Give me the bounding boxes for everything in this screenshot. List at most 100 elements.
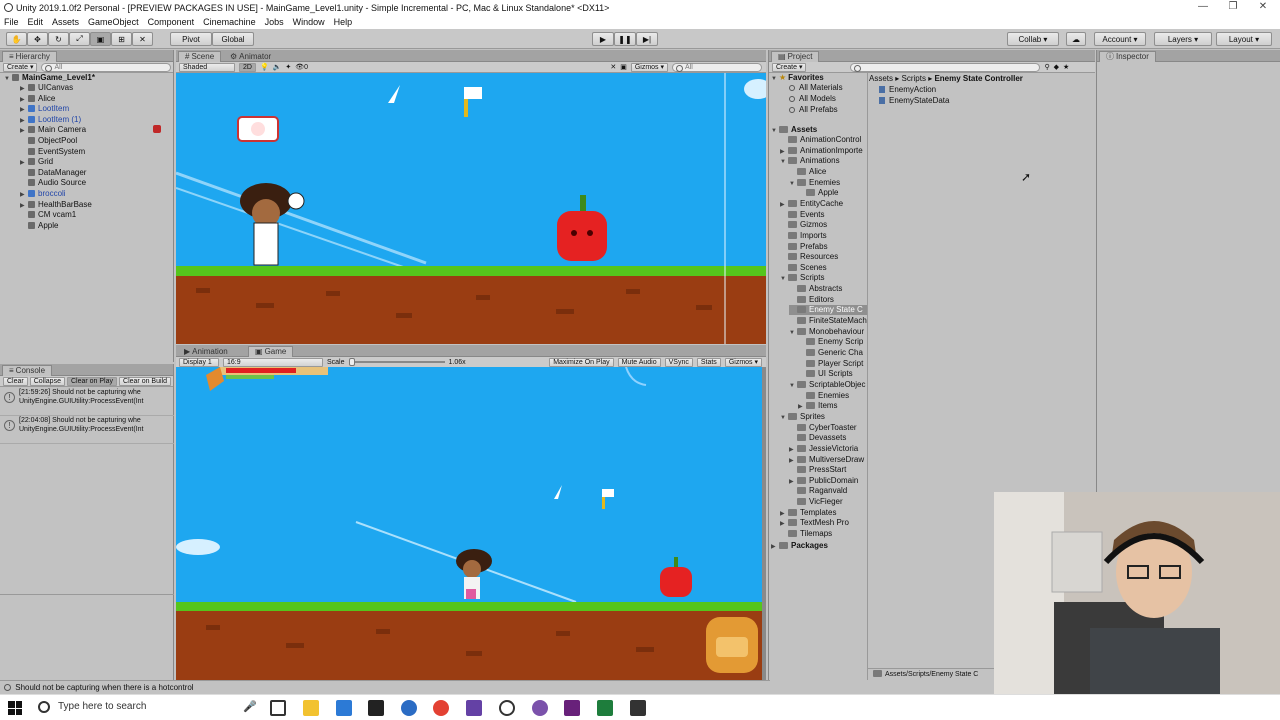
scene-root[interactable]: ▼ MainGame_Level1* xyxy=(4,73,95,83)
project-folder-item[interactable]: ▼ Sprites xyxy=(780,412,825,422)
project-folder-item[interactable]: Prefabs xyxy=(780,242,828,252)
tab-project[interactable]: ▤ Project xyxy=(771,51,820,62)
console-collapse-button[interactable]: Collapse xyxy=(29,376,65,386)
menu-jobs[interactable]: Jobs xyxy=(265,17,284,27)
menu-gameobject[interactable]: GameObject xyxy=(88,17,139,27)
transform-tool-icon[interactable]: ⊞ xyxy=(111,32,132,46)
expand-arrow-icon[interactable]: ▶ xyxy=(20,190,28,200)
expand-arrow-icon[interactable]: ▶ xyxy=(20,126,28,136)
hierarchy-item[interactable]: ▶ Alice xyxy=(20,94,55,104)
camera-settings-icon[interactable]: ▣ xyxy=(620,63,627,71)
project-search-input[interactable] xyxy=(850,62,1041,72)
console-clear-on-play-button[interactable]: Clear on Play xyxy=(66,376,118,386)
expand-arrow-icon[interactable]: ▶ xyxy=(798,402,806,412)
expand-arrow-icon[interactable]: ▼ xyxy=(789,328,797,338)
favorite-star-icon[interactable]: ★ xyxy=(1063,63,1069,71)
project-folder-item[interactable]: VicFieger xyxy=(789,497,843,507)
favorite-item[interactable]: All Materials xyxy=(789,83,843,93)
lighting-icon[interactable]: 💡 xyxy=(260,63,269,71)
breadcrumb-scripts[interactable]: Scripts xyxy=(902,74,926,83)
expand-arrow-icon[interactable]: ▼ xyxy=(789,179,797,189)
effects-icon[interactable]: ✦ xyxy=(285,63,291,71)
project-folder-item[interactable]: Resources xyxy=(780,252,838,262)
discord-icon[interactable] xyxy=(532,700,548,716)
console-clear-button[interactable]: Clear xyxy=(3,376,28,386)
favorite-item[interactable]: All Prefabs xyxy=(789,105,838,115)
account-dropdown[interactable]: Account ▾ xyxy=(1094,32,1146,46)
layers-dropdown[interactable]: Layers ▾ xyxy=(1154,32,1212,46)
project-folder-item[interactable]: ▶ JessieVictoria xyxy=(789,444,858,454)
maximize-on-play-toggle[interactable]: Maximize On Play xyxy=(549,357,614,367)
expand-arrow-icon[interactable]: ▶ xyxy=(789,445,797,455)
hierarchy-item[interactable]: EventSystem xyxy=(20,147,85,157)
hierarchy-item[interactable]: Apple xyxy=(20,221,58,231)
step-button[interactable]: ▶| xyxy=(636,32,658,46)
hand-tool-icon[interactable]: ✋ xyxy=(6,32,27,46)
expand-arrow-icon[interactable]: ▶ xyxy=(20,105,28,115)
menu-file[interactable]: File xyxy=(4,17,19,27)
hierarchy-search-input[interactable]: All xyxy=(41,62,172,72)
hierarchy-item[interactable]: ▶ LootItem (1) xyxy=(20,115,81,125)
project-folder-item[interactable]: Gizmos xyxy=(780,220,827,230)
menu-help[interactable]: Help xyxy=(334,17,353,27)
project-folder-item[interactable]: ▶ EntityCache xyxy=(780,199,843,209)
console-entry[interactable]: ! [21:59:26] Should not be capturing whe… xyxy=(0,388,174,416)
project-folder-item[interactable]: Scenes xyxy=(780,263,827,273)
project-folder-item[interactable]: PressStart xyxy=(789,465,846,475)
hierarchy-item[interactable]: ▶ broccoli xyxy=(20,189,66,199)
project-folder-item[interactable]: ▼ ScriptableObjec xyxy=(789,380,865,390)
hierarchy-item[interactable]: ▶ Main Camera xyxy=(20,125,86,135)
move-tool-icon[interactable]: ✥ xyxy=(27,32,48,46)
project-split-divider[interactable] xyxy=(867,73,868,680)
project-folder-item[interactable]: ▶ Items xyxy=(798,401,838,411)
scale-slider-thumb[interactable] xyxy=(348,358,355,366)
packages-header[interactable]: ▶ Packages xyxy=(771,541,828,551)
favorites-header[interactable]: ▼ ★ Favorites xyxy=(771,73,824,83)
scene-search-input[interactable]: All xyxy=(672,62,762,72)
visual-studio-icon[interactable] xyxy=(564,700,580,716)
task-view-icon[interactable] xyxy=(270,700,286,716)
layout-dropdown[interactable]: Layout ▾ xyxy=(1216,32,1272,46)
rotate-tool-icon[interactable]: ↻ xyxy=(48,32,69,46)
expand-arrow-icon[interactable]: ▶ xyxy=(20,158,28,168)
spreadsheet-icon[interactable] xyxy=(597,700,613,716)
custom-tool-icon[interactable]: ✕ xyxy=(132,32,153,46)
menu-window[interactable]: Window xyxy=(293,17,325,27)
game-scrollbar[interactable] xyxy=(762,367,766,680)
game-viewport[interactable] xyxy=(176,367,764,680)
console-entry[interactable]: ! [22:04:08] Should not be capturing whe… xyxy=(0,416,174,444)
project-folder-item[interactable]: ▶ AnimationImporte xyxy=(780,146,863,156)
project-folder-item[interactable]: Alice xyxy=(789,167,826,177)
project-folder-item[interactable]: Editors xyxy=(789,295,834,305)
hidden-objects-icon[interactable]: 👁0 xyxy=(295,63,308,71)
project-folder-item[interactable]: Generic Cha xyxy=(798,348,863,358)
asset-file[interactable]: EnemyStateData xyxy=(879,96,949,106)
expand-arrow-icon[interactable]: ▶ xyxy=(789,477,797,487)
assets-header[interactable]: ▼ Assets xyxy=(771,125,817,135)
pause-button[interactable]: ❚❚ xyxy=(614,32,636,46)
menu-component[interactable]: Component xyxy=(148,17,195,27)
minimize-button[interactable]: — xyxy=(1188,0,1218,15)
filter-by-label-icon[interactable]: ◆ xyxy=(1054,63,1059,71)
expand-arrow-icon[interactable]: ▶ xyxy=(789,456,797,466)
project-folder-item[interactable]: Enemy Scrip xyxy=(798,337,863,347)
scale-slider[interactable] xyxy=(348,358,445,366)
microphone-icon[interactable]: 🎤 xyxy=(243,700,257,713)
project-folder-item[interactable]: Apple xyxy=(798,188,838,198)
project-folder-item[interactable]: AnimationControl xyxy=(780,135,861,145)
stats-toggle[interactable]: Stats xyxy=(696,357,721,367)
scale-tool-icon[interactable]: ⤢ xyxy=(69,32,90,46)
expand-arrow-icon[interactable]: ▶ xyxy=(20,116,28,126)
scene-viewport[interactable] xyxy=(176,73,766,344)
hierarchy-item[interactable]: Audio Source xyxy=(20,178,86,188)
expand-arrow-icon[interactable]: ▶ xyxy=(780,200,788,210)
obs-icon[interactable] xyxy=(499,700,515,716)
expand-arrow-icon[interactable]: ▶ xyxy=(20,201,28,211)
expand-arrow-icon[interactable]: ▼ xyxy=(789,381,797,391)
project-folder-item[interactable]: Imports xyxy=(780,231,827,241)
expand-arrow-icon[interactable]: ▼ xyxy=(780,274,788,284)
breadcrumb-assets[interactable]: Assets xyxy=(869,74,893,83)
project-folder-item[interactable]: ▶ MultiverseDraw xyxy=(789,455,864,465)
tab-console[interactable]: ≡ Console xyxy=(2,365,53,376)
display-dropdown[interactable]: Display 1 xyxy=(179,357,219,367)
